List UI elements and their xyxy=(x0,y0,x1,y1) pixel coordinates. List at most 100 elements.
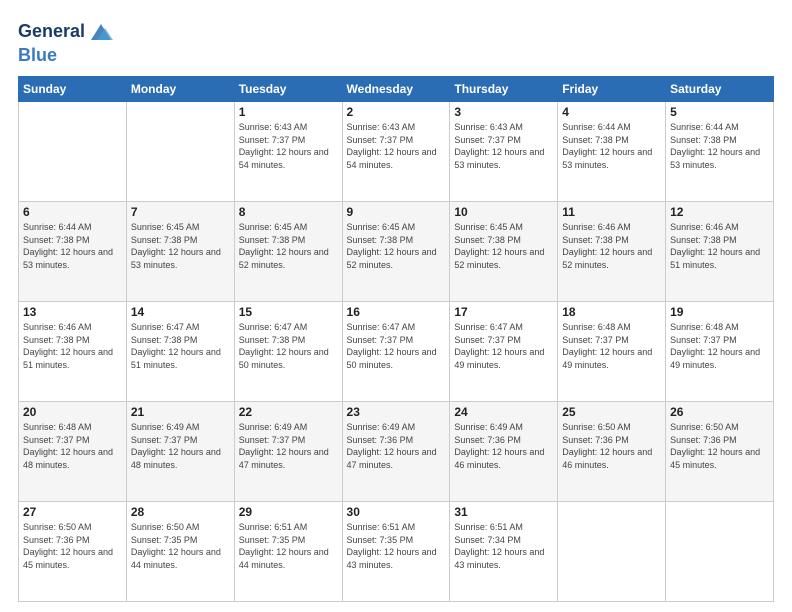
day-number: 3 xyxy=(454,105,553,119)
calendar-cell: 14Sunrise: 6:47 AMSunset: 7:38 PMDayligh… xyxy=(126,302,234,402)
calendar-cell: 9Sunrise: 6:45 AMSunset: 7:38 PMDaylight… xyxy=(342,202,450,302)
day-info: Sunrise: 6:46 AMSunset: 7:38 PMDaylight:… xyxy=(670,221,769,271)
calendar-cell xyxy=(558,502,666,602)
day-info: Sunrise: 6:49 AMSunset: 7:36 PMDaylight:… xyxy=(347,421,446,471)
calendar-header-sunday: Sunday xyxy=(19,77,127,102)
day-info: Sunrise: 6:47 AMSunset: 7:38 PMDaylight:… xyxy=(131,321,230,371)
calendar-header-row: SundayMondayTuesdayWednesdayThursdayFrid… xyxy=(19,77,774,102)
day-number: 17 xyxy=(454,305,553,319)
day-number: 18 xyxy=(562,305,661,319)
day-info: Sunrise: 6:44 AMSunset: 7:38 PMDaylight:… xyxy=(562,121,661,171)
day-info: Sunrise: 6:48 AMSunset: 7:37 PMDaylight:… xyxy=(562,321,661,371)
calendar-header-thursday: Thursday xyxy=(450,77,558,102)
calendar-cell: 5 Sunrise: 6:44 AMSunset: 7:38 PMDaylight… xyxy=(666,102,774,202)
calendar-cell: 17 Sunrise: 6:47 AMSunset: 7:37 PMDayligh… xyxy=(450,302,558,402)
day-number: 4 xyxy=(562,105,661,119)
day-info: Sunrise: 6:49 AMSunset: 7:37 PMDaylight:… xyxy=(131,421,230,471)
day-info: Sunrise: 6:50 AMSunset: 7:36 PMDaylight:… xyxy=(562,421,661,471)
calendar-week-4: 20 Sunrise: 6:48 AMSunset: 7:37 PMDayligh… xyxy=(19,402,774,502)
day-number: 22 xyxy=(239,405,338,419)
calendar-week-2: 6Sunrise: 6:44 AMSunset: 7:38 PMDaylight… xyxy=(19,202,774,302)
calendar-cell: 1 Sunrise: 6:43 AMSunset: 7:37 PMDaylight… xyxy=(234,102,342,202)
day-info: Sunrise: 6:44 AMSunset: 7:38 PMDaylight:… xyxy=(670,121,769,171)
day-number: 6 xyxy=(23,205,122,219)
calendar-header-saturday: Saturday xyxy=(666,77,774,102)
day-number: 28 xyxy=(131,505,230,519)
day-info: Sunrise: 6:46 AMSunset: 7:38 PMDaylight:… xyxy=(562,221,661,271)
day-info: Sunrise: 6:48 AMSunset: 7:37 PMDaylight:… xyxy=(670,321,769,371)
logo-icon xyxy=(87,18,115,46)
header: General Blue xyxy=(18,18,774,66)
calendar-cell: 15Sunrise: 6:47 AMSunset: 7:38 PMDayligh… xyxy=(234,302,342,402)
day-info: Sunrise: 6:45 AMSunset: 7:38 PMDaylight:… xyxy=(131,221,230,271)
calendar-cell: 27 Sunrise: 6:50 AMSunset: 7:36 PMDayligh… xyxy=(19,502,127,602)
day-info: Sunrise: 6:47 AMSunset: 7:37 PMDaylight:… xyxy=(347,321,446,371)
calendar-cell xyxy=(19,102,127,202)
calendar-cell: 29Sunrise: 6:51 AMSunset: 7:35 PMDayligh… xyxy=(234,502,342,602)
calendar-cell: 19 Sunrise: 6:48 AMSunset: 7:37 PMDayligh… xyxy=(666,302,774,402)
day-info: Sunrise: 6:49 AMSunset: 7:37 PMDaylight:… xyxy=(239,421,338,471)
day-info: Sunrise: 6:43 AMSunset: 7:37 PMDaylight:… xyxy=(454,121,553,171)
calendar-cell: 12 Sunrise: 6:46 AMSunset: 7:38 PMDayligh… xyxy=(666,202,774,302)
calendar-cell: 13Sunrise: 6:46 AMSunset: 7:38 PMDayligh… xyxy=(19,302,127,402)
day-number: 25 xyxy=(562,405,661,419)
day-number: 15 xyxy=(239,305,338,319)
calendar-cell: 18 Sunrise: 6:48 AMSunset: 7:37 PMDayligh… xyxy=(558,302,666,402)
calendar-cell: 31 Sunrise: 6:51 AMSunset: 7:34 PMDayligh… xyxy=(450,502,558,602)
day-number: 23 xyxy=(347,405,446,419)
day-info: Sunrise: 6:50 AMSunset: 7:36 PMDaylight:… xyxy=(23,521,122,571)
day-info: Sunrise: 6:45 AMSunset: 7:38 PMDaylight:… xyxy=(239,221,338,271)
calendar-cell: 16 Sunrise: 6:47 AMSunset: 7:37 PMDayligh… xyxy=(342,302,450,402)
calendar-header-wednesday: Wednesday xyxy=(342,77,450,102)
calendar-cell: 7 Sunrise: 6:45 AMSunset: 7:38 PMDaylight… xyxy=(126,202,234,302)
calendar-cell: 2 Sunrise: 6:43 AMSunset: 7:37 PMDaylight… xyxy=(342,102,450,202)
day-number: 24 xyxy=(454,405,553,419)
day-number: 27 xyxy=(23,505,122,519)
calendar-cell: 28 Sunrise: 6:50 AMSunset: 7:35 PMDayligh… xyxy=(126,502,234,602)
calendar-cell: 25 Sunrise: 6:50 AMSunset: 7:36 PMDayligh… xyxy=(558,402,666,502)
day-number: 8 xyxy=(239,205,338,219)
day-info: Sunrise: 6:51 AMSunset: 7:34 PMDaylight:… xyxy=(454,521,553,571)
logo: General Blue xyxy=(18,18,115,66)
calendar-cell: 6Sunrise: 6:44 AMSunset: 7:38 PMDaylight… xyxy=(19,202,127,302)
day-info: Sunrise: 6:47 AMSunset: 7:37 PMDaylight:… xyxy=(454,321,553,371)
calendar-week-5: 27 Sunrise: 6:50 AMSunset: 7:36 PMDayligh… xyxy=(19,502,774,602)
calendar-cell: 24Sunrise: 6:49 AMSunset: 7:36 PMDayligh… xyxy=(450,402,558,502)
day-info: Sunrise: 6:48 AMSunset: 7:37 PMDaylight:… xyxy=(23,421,122,471)
calendar-header-tuesday: Tuesday xyxy=(234,77,342,102)
day-number: 12 xyxy=(670,205,769,219)
calendar: SundayMondayTuesdayWednesdayThursdayFrid… xyxy=(18,76,774,602)
day-number: 20 xyxy=(23,405,122,419)
day-number: 5 xyxy=(670,105,769,119)
calendar-cell: 20 Sunrise: 6:48 AMSunset: 7:37 PMDayligh… xyxy=(19,402,127,502)
day-number: 10 xyxy=(454,205,553,219)
day-number: 13 xyxy=(23,305,122,319)
calendar-week-3: 13Sunrise: 6:46 AMSunset: 7:38 PMDayligh… xyxy=(19,302,774,402)
calendar-cell: 3 Sunrise: 6:43 AMSunset: 7:37 PMDaylight… xyxy=(450,102,558,202)
day-number: 16 xyxy=(347,305,446,319)
calendar-cell xyxy=(126,102,234,202)
day-number: 7 xyxy=(131,205,230,219)
calendar-cell: 30Sunrise: 6:51 AMSunset: 7:35 PMDayligh… xyxy=(342,502,450,602)
calendar-cell: 8 Sunrise: 6:45 AMSunset: 7:38 PMDaylight… xyxy=(234,202,342,302)
day-number: 26 xyxy=(670,405,769,419)
day-number: 9 xyxy=(347,205,446,219)
logo-blue: Blue xyxy=(18,45,57,65)
day-number: 1 xyxy=(239,105,338,119)
logo-text: General xyxy=(18,22,85,42)
day-number: 21 xyxy=(131,405,230,419)
calendar-cell: 26 Sunrise: 6:50 AMSunset: 7:36 PMDayligh… xyxy=(666,402,774,502)
day-number: 2 xyxy=(347,105,446,119)
day-number: 19 xyxy=(670,305,769,319)
day-info: Sunrise: 6:43 AMSunset: 7:37 PMDaylight:… xyxy=(239,121,338,171)
day-info: Sunrise: 6:51 AMSunset: 7:35 PMDaylight:… xyxy=(239,521,338,571)
day-info: Sunrise: 6:50 AMSunset: 7:36 PMDaylight:… xyxy=(670,421,769,471)
calendar-cell: 11Sunrise: 6:46 AMSunset: 7:38 PMDayligh… xyxy=(558,202,666,302)
day-number: 31 xyxy=(454,505,553,519)
calendar-cell xyxy=(666,502,774,602)
calendar-cell: 23 Sunrise: 6:49 AMSunset: 7:36 PMDayligh… xyxy=(342,402,450,502)
day-info: Sunrise: 6:45 AMSunset: 7:38 PMDaylight:… xyxy=(454,221,553,271)
day-info: Sunrise: 6:50 AMSunset: 7:35 PMDaylight:… xyxy=(131,521,230,571)
calendar-cell: 10 Sunrise: 6:45 AMSunset: 7:38 PMDayligh… xyxy=(450,202,558,302)
day-info: Sunrise: 6:43 AMSunset: 7:37 PMDaylight:… xyxy=(347,121,446,171)
